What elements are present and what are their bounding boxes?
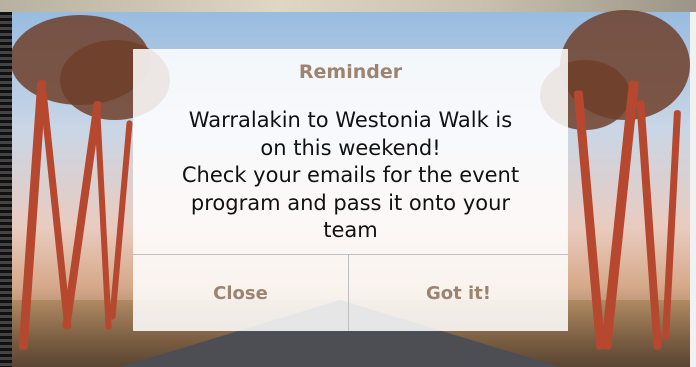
message-line: on this weekend!: [260, 135, 441, 160]
dialog-message: Warralakin to Westonia Walk is on this w…: [143, 107, 558, 245]
top-photo-strip: [0, 0, 696, 12]
close-button[interactable]: Close: [133, 255, 348, 331]
message-line: Check your emails for the event: [181, 163, 520, 187]
got-it-button[interactable]: Got it!: [349, 255, 568, 331]
message-line: team: [323, 218, 378, 242]
reminder-dialog: Reminder Warralakin to Westonia Walk is …: [133, 49, 568, 331]
dialog-title: Reminder: [298, 61, 403, 83]
left-edge-strip: [0, 12, 12, 367]
message-line: Warralakin to Westonia Walk is: [188, 108, 513, 132]
message-line: program and pass it onto your: [190, 190, 511, 215]
right-edge-strip: [690, 12, 696, 367]
